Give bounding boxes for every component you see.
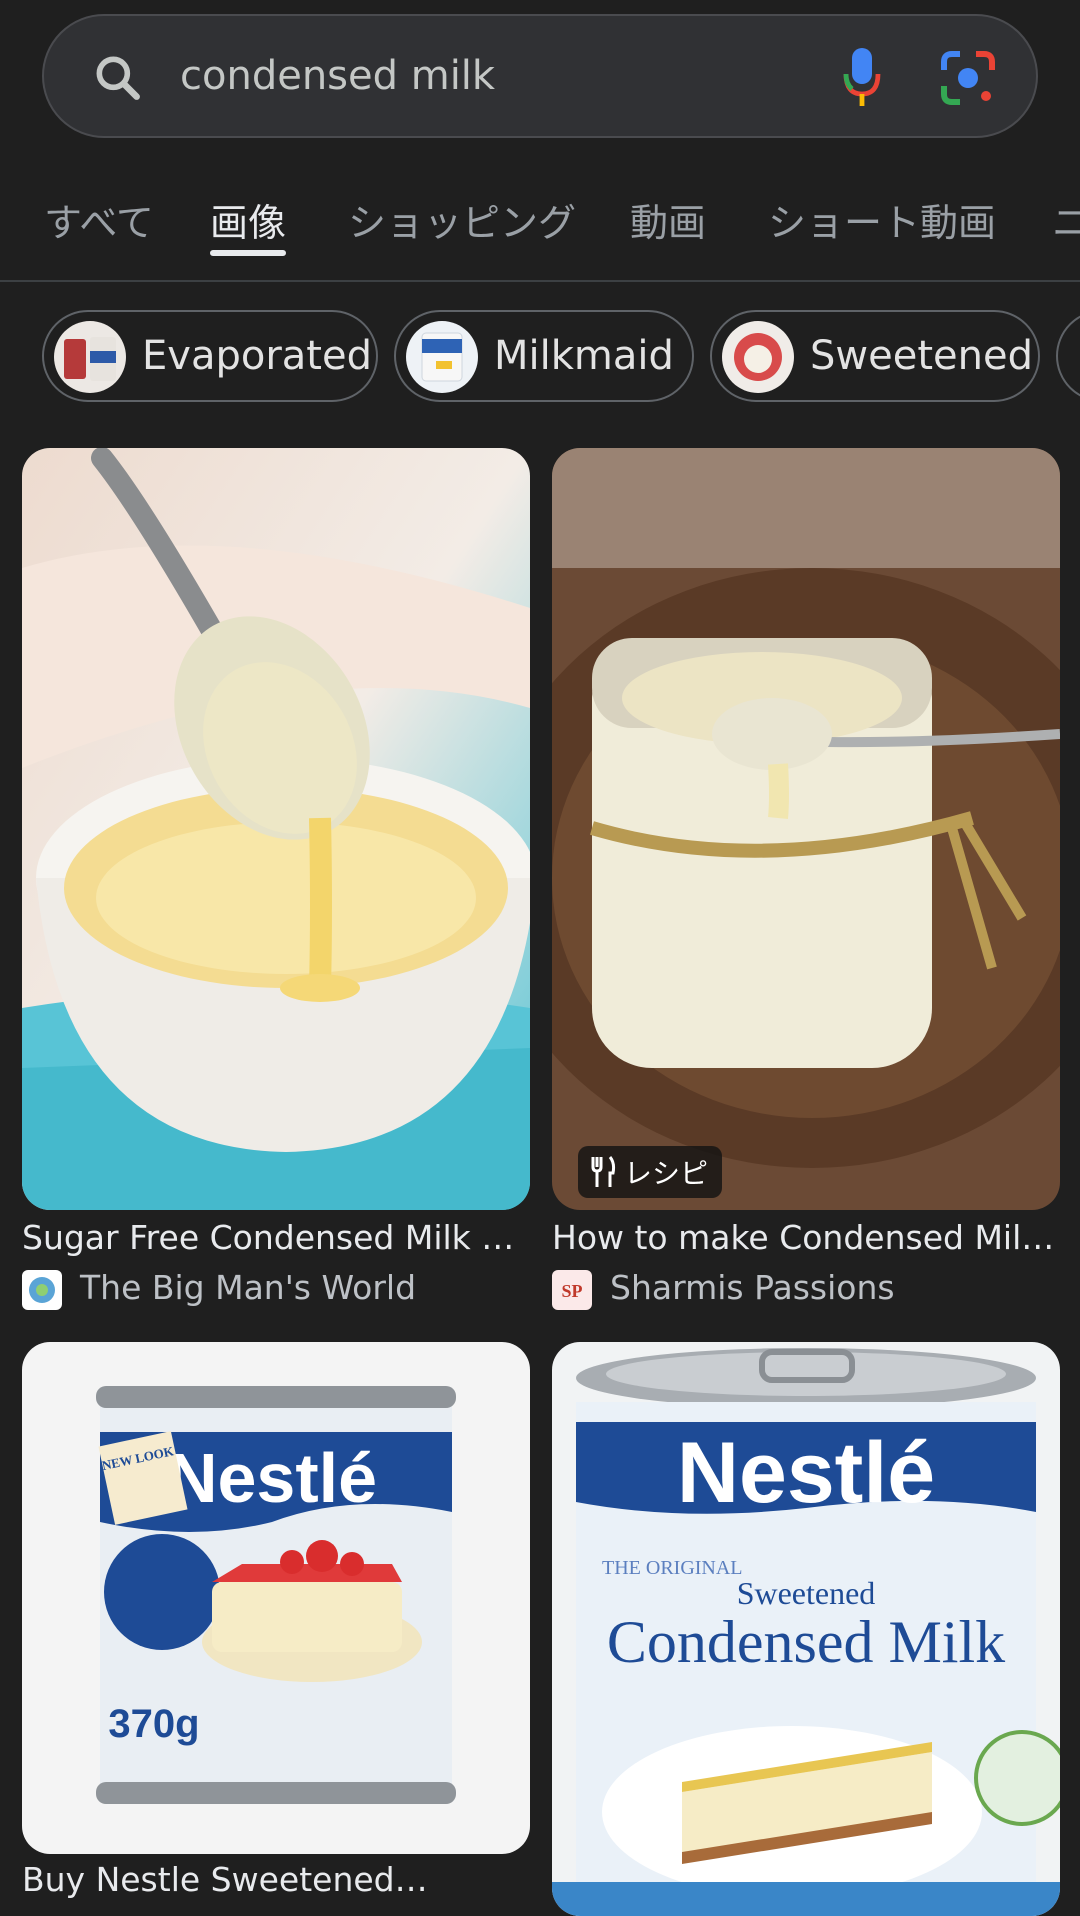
search-bar[interactable]: condensed milk — [42, 14, 1038, 138]
result-image-bowl-spoon[interactable] — [22, 448, 530, 1210]
tab-images[interactable]: 画像 — [210, 192, 286, 247]
chip-more[interactable] — [1056, 310, 1080, 402]
chip-sweetened[interactable]: Sweetened — [710, 310, 1040, 402]
result-image-nestle-can[interactable]: Nestlé NEW LOOK 370g — [22, 1342, 530, 1854]
recipe-badge: レシピ — [578, 1146, 723, 1198]
site-favicon: SP — [552, 1270, 592, 1310]
chip-label: Milkmaid — [494, 333, 674, 379]
search-tabs: すべて 画像 ショッピング 動画 ショート動画 ニ — [0, 168, 1080, 282]
can-line1: THE ORIGINAL — [602, 1557, 743, 1579]
refinement-chips: Evaporated Milkmaid Sweetened — [0, 308, 1080, 408]
search-icon[interactable] — [90, 50, 146, 106]
image-result[interactable]: レシピ How to make Condensed Milk |… SP Sha… — [552, 448, 1060, 1318]
microphone-icon[interactable] — [842, 46, 882, 108]
result-caption[interactable]: How to make Condensed Milk |… — [552, 1218, 1060, 1257]
chip-label: Evaporated — [142, 333, 372, 379]
result-image-nestle-sweetened-can[interactable]: Nestlé THE ORIGINAL Sweetened Condensed … — [552, 1342, 1060, 1916]
source-name: Sharmis Passions — [610, 1268, 895, 1307]
site-favicon — [22, 1270, 62, 1310]
recipe-badge-label: レシピ — [624, 1157, 709, 1190]
image-result[interactable]: Nestlé NEW LOOK 370g Buy Nestle Sweetene… — [22, 1342, 530, 1916]
tab-short-videos[interactable]: ショート動画 — [768, 192, 996, 247]
chip-thumbnail — [406, 321, 478, 393]
result-caption[interactable]: Buy Nestle Sweetened… — [22, 1860, 530, 1899]
chip-milkmaid[interactable]: Milkmaid — [394, 310, 694, 402]
chip-thumbnail — [54, 321, 126, 393]
can-weight-label: 370g — [108, 1702, 199, 1746]
image-result[interactable]: Sugar Free Condensed Milk {3… The Big Ma… — [22, 448, 530, 1318]
chip-thumbnail — [722, 321, 794, 393]
nestle-logo: Nestlé — [677, 1425, 935, 1521]
nestle-logo: Nestlé — [167, 1439, 377, 1517]
can-line2: Sweetened — [737, 1575, 876, 1611]
fork-knife-icon — [591, 1156, 616, 1187]
search-input[interactable]: condensed milk — [180, 16, 495, 136]
google-lens-icon[interactable] — [940, 50, 996, 106]
chip-evaporated[interactable]: Evaporated — [42, 310, 378, 402]
source-name: The Big Man's World — [80, 1268, 417, 1307]
tab-all[interactable]: すべて — [44, 192, 154, 247]
tab-videos[interactable]: 動画 — [630, 192, 706, 247]
result-caption[interactable]: Sugar Free Condensed Milk {3… — [22, 1218, 530, 1257]
result-source[interactable]: The Big Man's World — [22, 1268, 530, 1314]
result-source[interactable]: SP Sharmis Passions — [552, 1268, 1060, 1314]
image-result[interactable]: Nestlé THE ORIGINAL Sweetened Condensed … — [552, 1342, 1060, 1916]
chip-label: Sweetened — [810, 333, 1033, 379]
can-line3: Condensed Milk — [607, 1609, 1005, 1675]
tab-news[interactable]: ニ — [1052, 192, 1080, 247]
svg-text:SP: SP — [561, 1281, 582, 1301]
active-tab-indicator — [210, 250, 286, 256]
tab-shopping[interactable]: ショッピング — [348, 192, 576, 247]
result-image-jar[interactable] — [552, 448, 1060, 1210]
